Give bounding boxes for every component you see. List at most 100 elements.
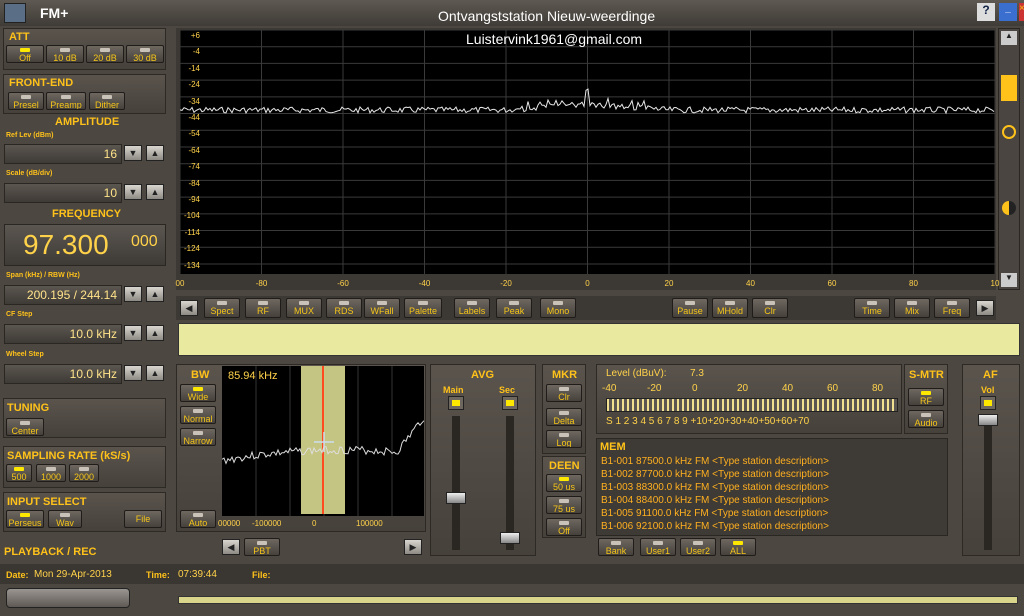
spectrum-y-tick: -54: [188, 129, 200, 139]
toolbar-mux-button[interactable]: MUX: [286, 298, 322, 318]
af-label: AF: [983, 369, 998, 381]
toolbar-mono-button[interactable]: Mono: [540, 298, 576, 318]
level-scale-tick: 40: [782, 383, 794, 394]
af-vol-thumb[interactable]: [978, 414, 998, 426]
dither-button[interactable]: Dither: [89, 92, 125, 110]
toolbar-mix-button[interactable]: Mix: [894, 298, 930, 318]
deen-75us-button[interactable]: 75 us: [546, 496, 582, 514]
toolbar-mhold-button[interactable]: MHold: [712, 298, 748, 318]
toolbar-time-button[interactable]: Time: [854, 298, 890, 318]
pbt-left-button[interactable]: ◀: [222, 539, 240, 555]
avg-sec-slider[interactable]: [506, 416, 514, 550]
att-30db-button[interactable]: 30 dB: [126, 45, 164, 63]
spectrum-plot[interactable]: [180, 30, 995, 274]
spectrum-y-tick: -74: [188, 162, 200, 172]
scale-down-button[interactable]: ▼: [124, 184, 142, 200]
scale-value[interactable]: 10: [4, 183, 122, 203]
bw-normal-button[interactable]: Normal: [180, 406, 216, 424]
smtr-rf-button[interactable]: RF: [908, 388, 944, 406]
ref-level-up-button[interactable]: ▲: [146, 145, 164, 161]
att-10db-button[interactable]: 10 dB: [46, 45, 84, 63]
bw-plot[interactable]: [222, 366, 424, 516]
perseus-button[interactable]: Perseus: [6, 510, 44, 528]
span-down-button[interactable]: ▼: [124, 286, 142, 302]
mkr-clr-button[interactable]: Clr: [546, 384, 582, 402]
toolbar-pause-button[interactable]: Pause: [672, 298, 708, 318]
scale-up-button[interactable]: ▲: [146, 184, 164, 200]
wheelstep-up-button[interactable]: ▲: [146, 365, 164, 381]
spectrum-scrollbar[interactable]: ▲ ▼: [998, 28, 1020, 290]
frequency-display[interactable]: 97.300 000: [4, 224, 166, 266]
playback-buttons[interactable]: [6, 588, 130, 608]
af-vol-slider[interactable]: [984, 416, 992, 550]
mem-user2-button[interactable]: User2: [680, 538, 716, 556]
toolbar-palette-button[interactable]: Palette: [404, 298, 442, 318]
mkr-delta-button[interactable]: Delta: [546, 408, 582, 426]
bw-auto-button[interactable]: Auto: [180, 510, 216, 528]
mem-user1-button[interactable]: User1: [640, 538, 676, 556]
presel-button[interactable]: Presel: [8, 92, 44, 110]
preamp-button[interactable]: Preamp: [46, 92, 86, 110]
cfstep-up-button[interactable]: ▲: [146, 325, 164, 341]
ref-level-down-button[interactable]: ▼: [124, 145, 142, 161]
frontend-label: FRONT-END: [9, 77, 74, 89]
toolbar-spect-button[interactable]: Spect: [204, 298, 240, 318]
app-window: FM+ Ontvangststation Nieuw-weerdinge ? _…: [0, 0, 1024, 616]
span-value[interactable]: 200.195 / 244.14: [4, 285, 122, 305]
deen-50us-button[interactable]: 50 us: [546, 474, 582, 492]
toolbar-left-button[interactable]: ◀: [180, 300, 198, 316]
close-button[interactable]: ×: [1019, 3, 1024, 21]
smtr-audio-button[interactable]: Audio: [908, 410, 944, 428]
minimize-button[interactable]: _: [999, 3, 1017, 21]
cfstep-value[interactable]: 10.0 kHz: [4, 324, 122, 344]
mem-row[interactable]: B1-004 88400.0 kHz FM <Type station desc…: [601, 495, 829, 506]
mem-row[interactable]: B1-002 87700.0 kHz FM <Type station desc…: [601, 469, 829, 480]
mem-row[interactable]: B1-003 88300.0 kHz FM <Type station desc…: [601, 482, 829, 493]
bw-wide-button[interactable]: Wide: [180, 384, 216, 402]
bw-x-tick: 100000: [356, 519, 383, 528]
avg-sec-thumb[interactable]: [500, 532, 520, 544]
att-off-button[interactable]: Off: [6, 45, 44, 63]
deen-off-button[interactable]: Off: [546, 518, 582, 536]
toolbar-rf-button[interactable]: RF: [245, 298, 281, 318]
toolbar-rds-button[interactable]: RDS: [326, 298, 362, 318]
sr-1000-button[interactable]: 1000: [36, 464, 66, 482]
toolbar-peak-button[interactable]: Peak: [496, 298, 532, 318]
span-up-button[interactable]: ▲: [146, 286, 164, 302]
contrast-icon[interactable]: [1002, 201, 1016, 215]
toolbar-clr-button[interactable]: Clr: [752, 298, 788, 318]
avg-main-thumb[interactable]: [446, 492, 466, 504]
scroll-up-icon[interactable]: ▲: [1001, 31, 1017, 45]
scroll-thumb[interactable]: [1001, 75, 1017, 101]
sr-2000-button[interactable]: 2000: [69, 464, 99, 482]
help-button[interactable]: ?: [977, 3, 995, 21]
playback-progress[interactable]: [178, 596, 1018, 604]
toolbar-wfall-button[interactable]: WFall: [364, 298, 400, 318]
mem-row[interactable]: B1-006 92100.0 kHz FM <Type station desc…: [601, 521, 829, 532]
toolbar-freq-button[interactable]: Freq: [934, 298, 970, 318]
ref-level-value[interactable]: 16: [4, 144, 122, 164]
center-button[interactable]: Center: [6, 418, 44, 436]
cfstep-down-button[interactable]: ▼: [124, 325, 142, 341]
toolbar-labels-button[interactable]: Labels: [454, 298, 490, 318]
wheelstep-down-button[interactable]: ▼: [124, 365, 142, 381]
toolbar-right-button[interactable]: ▶: [976, 300, 994, 316]
waterfall-strip[interactable]: [178, 323, 1020, 356]
pbt-button[interactable]: PBT: [244, 538, 280, 556]
email-text: Luistervink1961@gmail.com: [466, 31, 643, 47]
file-button[interactable]: File: [124, 510, 162, 528]
mem-row[interactable]: B1-001 87500.0 kHz FM <Type station desc…: [601, 456, 829, 467]
wheelstep-value[interactable]: 10.0 kHz: [4, 364, 122, 384]
mkr-log-button[interactable]: Log: [546, 430, 582, 448]
sr-500-button[interactable]: 500: [6, 464, 32, 482]
mem-all-button[interactable]: ALL: [720, 538, 756, 556]
pbt-right-button[interactable]: ▶: [404, 539, 422, 555]
mem-bank-button[interactable]: Bank: [598, 538, 634, 556]
att-20db-button[interactable]: 20 dB: [86, 45, 124, 63]
brightness-icon[interactable]: [1002, 125, 1016, 139]
mem-row[interactable]: B1-005 91100.0 kHz FM <Type station desc…: [601, 508, 828, 519]
avg-main-led: [448, 396, 464, 410]
avg-main-slider[interactable]: [452, 416, 460, 550]
bw-narrow-button[interactable]: Narrow: [180, 428, 216, 446]
wav-button[interactable]: Wav: [48, 510, 82, 528]
